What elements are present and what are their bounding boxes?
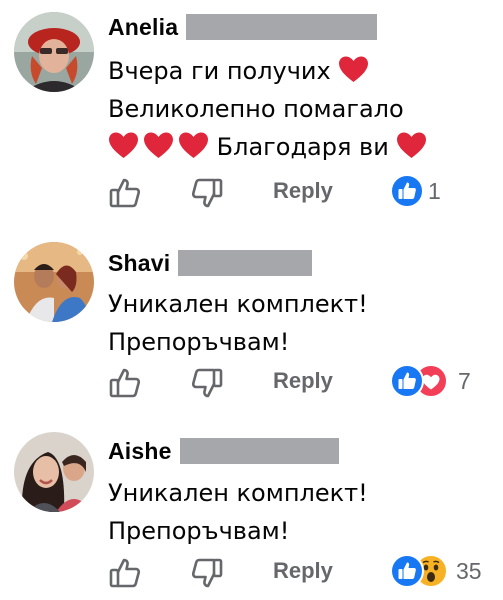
heart-emoji-icon: [338, 55, 369, 83]
reply-button[interactable]: Reply: [273, 178, 333, 204]
comment-line: Препоръчвам!: [108, 328, 290, 356]
comment-text: Вчера ги получих Великолепно помагало Бл…: [108, 52, 498, 166]
author-row: Anelia: [108, 12, 378, 42]
comment-text: Уникален комплект! Препоръчвам!: [108, 285, 498, 361]
reply-button[interactable]: Reply: [273, 558, 333, 584]
comment-anelia: Anelia Вчера ги получих Великолепно пома…: [0, 0, 503, 215]
comment-line: Уникален комплект!: [108, 479, 368, 507]
reaction-count: 7: [458, 367, 471, 394]
comment-shavi: Shavi Уникален комплект! Препоръчвам! Re…: [0, 238, 503, 408]
thumbs-down-icon[interactable]: [190, 556, 224, 590]
comment-line: Вчера ги получих: [108, 52, 498, 90]
avatar[interactable]: [14, 12, 94, 92]
heart-emoji-icon: [178, 131, 209, 159]
comment-line: Великолепно помагало: [108, 95, 404, 123]
reactions-summary[interactable]: 1: [390, 174, 441, 208]
avatar[interactable]: [14, 432, 94, 512]
thumbs-down-icon[interactable]: [190, 176, 224, 210]
reactions-summary[interactable]: 35: [390, 554, 482, 588]
comment-actions: Reply 35: [108, 554, 498, 590]
like-reaction-icon: [390, 174, 424, 208]
comment-line: Уникален комплект!: [108, 290, 368, 318]
like-reaction-icon: [390, 554, 424, 588]
redacted-name-block: [186, 14, 378, 40]
thumbs-up-icon[interactable]: [108, 366, 142, 400]
author-row: Shavi: [108, 248, 313, 278]
thumbs-up-icon[interactable]: [108, 176, 142, 210]
thumbs-down-icon[interactable]: [190, 366, 224, 400]
author-row: Aishe: [108, 436, 339, 466]
comment-aishe: Aishe Уникален комплект! Препоръчвам! Re…: [0, 428, 503, 600]
comment-text: Уникален комплект! Препоръчвам!: [108, 474, 498, 550]
comment-actions: Reply 7: [108, 364, 498, 400]
thumbs-up-icon[interactable]: [108, 556, 142, 590]
reaction-count: 1: [428, 177, 441, 204]
heart-emoji-icon: [143, 131, 174, 159]
comment-line: Благодаря ви: [108, 128, 498, 166]
comment-line: Препоръчвам!: [108, 517, 290, 545]
avatar[interactable]: [14, 242, 94, 322]
redacted-name-block: [179, 438, 339, 464]
comment-actions: Reply 1: [108, 174, 498, 210]
reaction-count: 35: [456, 557, 482, 584]
reply-button[interactable]: Reply: [273, 368, 333, 394]
heart-emoji-icon: [108, 131, 139, 159]
author-name[interactable]: Anelia: [108, 14, 178, 41]
author-name[interactable]: Aishe: [108, 438, 172, 465]
redacted-name-block: [178, 250, 313, 276]
author-name[interactable]: Shavi: [108, 250, 170, 277]
heart-emoji-icon: [396, 131, 427, 159]
reactions-summary[interactable]: 7: [390, 364, 471, 398]
like-reaction-icon: [390, 364, 424, 398]
